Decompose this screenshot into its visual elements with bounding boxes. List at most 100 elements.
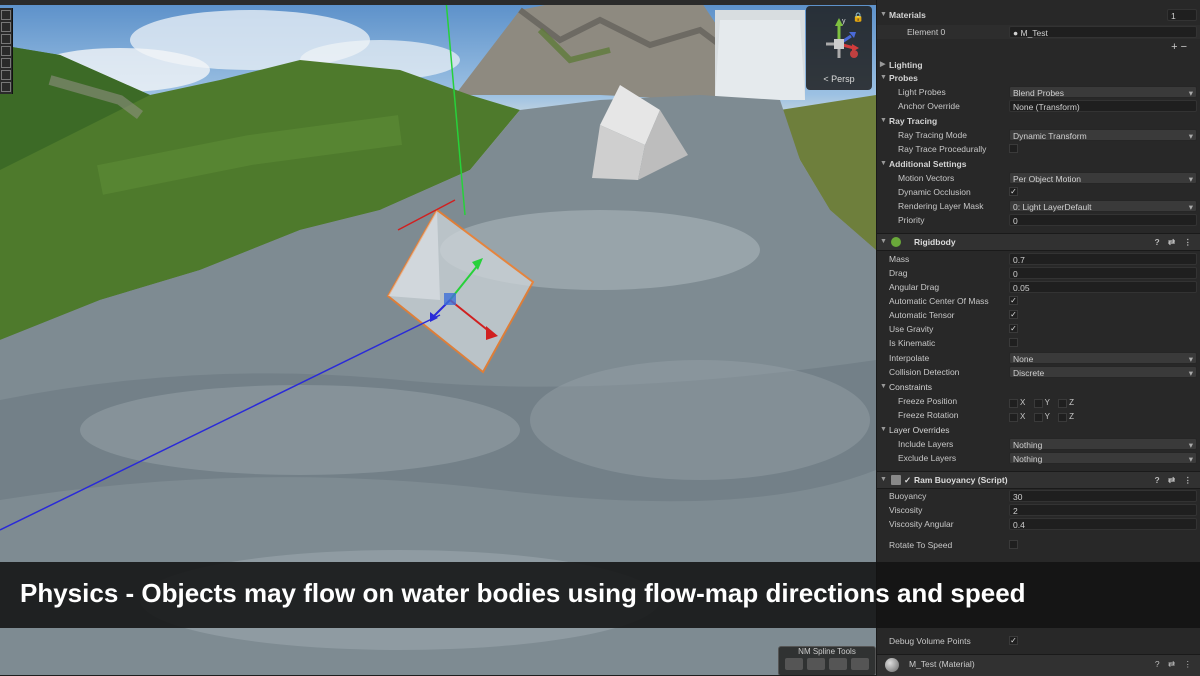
add-remove-icons[interactable]: + −: [1171, 40, 1187, 54]
constraints-label: Constraints: [889, 382, 932, 392]
anchor-override-row: Anchor Override None (Transform): [877, 99, 1200, 113]
auto-tensor-label: Automatic Tensor: [889, 310, 955, 320]
debug-volume-label: Debug Volume Points: [889, 636, 971, 646]
collision-detection-dropdown[interactable]: Discrete: [1009, 366, 1197, 379]
axis-z-label: Z: [1069, 398, 1075, 407]
use-gravity-label: Use Gravity: [889, 324, 934, 334]
material-element-value: M_Test: [1020, 28, 1048, 38]
freeze-position-label: Freeze Position: [898, 396, 958, 406]
spline-tool-icon[interactable]: [785, 658, 803, 670]
freeze-rot-z-checkbox[interactable]: [1058, 412, 1068, 422]
light-probes-label: Light Probes: [898, 87, 946, 97]
rigidbody-icon: [891, 237, 901, 247]
constraints-header[interactable]: ▼ Constraints: [877, 380, 1200, 394]
component-menu-icons[interactable]: ? ⇄ ⋮: [1154, 472, 1195, 488]
freeze-rot-x-checkbox[interactable]: [1009, 412, 1018, 422]
rect-tool-icon[interactable]: [1, 58, 11, 68]
freeze-rot-y-checkbox[interactable]: [1033, 412, 1043, 422]
scale-tool-icon[interactable]: [1, 46, 11, 56]
drag-label: Drag: [889, 268, 908, 278]
material-element-row[interactable]: Element 0 ● M_Test: [877, 25, 1200, 39]
ray-tracing-mode-dropdown[interactable]: Dynamic Transform: [1009, 129, 1197, 142]
orientation-gizmo[interactable]: 🔒 y < Persp: [806, 6, 872, 90]
materials-count-field[interactable]: 1: [1167, 9, 1197, 21]
lighting-header[interactable]: ▶ Lighting: [877, 58, 1200, 72]
anchor-override-field[interactable]: None (Transform): [1009, 100, 1197, 112]
component-menu-icons[interactable]: ? ⇄ ⋮: [1155, 659, 1195, 670]
auto-com-label: Automatic Center Of Mass: [889, 296, 989, 306]
viscosity-angular-label: Viscosity Angular: [889, 519, 954, 529]
layer-mask-label: Rendering Layer Mask: [898, 201, 984, 211]
debug-volume-row: Debug Volume Points ✓: [877, 634, 1200, 648]
scene-toolbar[interactable]: [0, 8, 13, 94]
interpolate-dropdown[interactable]: None: [1009, 352, 1197, 365]
motion-vectors-dropdown[interactable]: Per Object Motion: [1009, 172, 1197, 185]
material-list-controls: + −: [877, 40, 1200, 54]
is-kinematic-checkbox[interactable]: [1009, 338, 1018, 347]
buoyancy-component-header[interactable]: ▼ ✓ Ram Buoyancy (Script) ? ⇄ ⋮: [877, 471, 1200, 489]
probes-header[interactable]: ▼ Probes: [877, 71, 1200, 85]
material-preview-bar[interactable]: M_Test (Material) ? ⇄ ⋮: [877, 654, 1200, 676]
freeze-rotation-axes[interactable]: X Y Z: [1009, 410, 1080, 424]
anchor-override-label: Anchor Override: [898, 101, 960, 111]
view-mode-label[interactable]: < Persp: [806, 74, 872, 84]
material-element-field[interactable]: ● M_Test: [1009, 26, 1197, 38]
custom-tool-icon[interactable]: [1, 82, 11, 92]
spline-tool-icon[interactable]: [807, 658, 825, 670]
spline-tools-overlay[interactable]: NM Spline Tools: [778, 646, 876, 675]
freeze-position-row: Freeze Position X Y Z: [877, 394, 1200, 408]
axis-gizmo-icon[interactable]: y: [806, 10, 872, 70]
ray-tracing-header[interactable]: ▼ Ray Tracing: [877, 114, 1200, 128]
rigidbody-component-header[interactable]: ▼ Rigidbody ? ⇄ ⋮: [877, 233, 1200, 251]
additional-settings-header[interactable]: ▼ Additional Settings: [877, 157, 1200, 171]
debug-volume-checkbox[interactable]: ✓: [1009, 636, 1018, 645]
freeze-rotation-label: Freeze Rotation: [898, 410, 959, 420]
viscosity-field[interactable]: 2: [1009, 504, 1197, 516]
caption-banner: Physics - Objects may flow on water bodi…: [0, 562, 1200, 628]
material-bar-label: M_Test (Material): [909, 659, 975, 669]
mass-field[interactable]: 0.7: [1009, 253, 1197, 265]
rotate-to-speed-checkbox[interactable]: [1009, 540, 1018, 549]
layer-overrides-header[interactable]: ▼ Layer Overrides: [877, 423, 1200, 437]
light-probes-dropdown[interactable]: Blend Probes: [1009, 86, 1197, 99]
ray-trace-procedural-checkbox[interactable]: [1009, 144, 1018, 153]
light-probes-row: Light Probes Blend Probes: [877, 85, 1200, 99]
view-tool-icon[interactable]: [1, 10, 11, 20]
buoyancy-field[interactable]: 30: [1009, 490, 1197, 502]
dynamic-occlusion-label: Dynamic Occlusion: [898, 187, 971, 197]
viscosity-row: Viscosity 2: [877, 503, 1200, 517]
auto-tensor-checkbox[interactable]: ✓: [1009, 310, 1018, 319]
viscosity-label: Viscosity: [889, 505, 923, 515]
viscosity-angular-row: Viscosity Angular 0.4: [877, 517, 1200, 531]
freeze-pos-z-checkbox[interactable]: [1058, 398, 1068, 408]
freeze-pos-x-checkbox[interactable]: [1009, 398, 1018, 408]
viscosity-angular-field[interactable]: 0.4: [1009, 518, 1197, 530]
dynamic-occlusion-checkbox[interactable]: ✓: [1009, 187, 1018, 196]
layer-mask-row: Rendering Layer Mask 0: Light LayerDefau…: [877, 199, 1200, 213]
materials-label: Materials: [889, 10, 926, 20]
spline-tool-icon[interactable]: [851, 658, 869, 670]
layer-mask-dropdown[interactable]: 0: Light LayerDefault: [1009, 200, 1197, 213]
component-menu-icons[interactable]: ? ⇄ ⋮: [1154, 234, 1195, 250]
exclude-layers-dropdown[interactable]: Nothing: [1009, 452, 1197, 465]
script-icon: [891, 475, 901, 485]
include-layers-label: Include Layers: [898, 439, 954, 449]
auto-com-checkbox[interactable]: ✓: [1009, 296, 1018, 305]
angular-drag-field[interactable]: 0.05: [1009, 281, 1197, 293]
freeze-pos-y-checkbox[interactable]: [1033, 398, 1043, 408]
drag-row: Drag 0: [877, 266, 1200, 280]
ray-tracing-mode-label: Ray Tracing Mode: [898, 130, 967, 140]
include-layers-dropdown[interactable]: Nothing: [1009, 438, 1197, 451]
component-enabled-checkbox[interactable]: ✓: [904, 472, 911, 488]
ray-trace-procedural-row: Ray Trace Procedurally: [877, 142, 1200, 156]
motion-vectors-row: Motion Vectors Per Object Motion: [877, 171, 1200, 185]
materials-header[interactable]: ▼ Materials 1: [877, 8, 1200, 22]
rotate-tool-icon[interactable]: [1, 34, 11, 44]
use-gravity-checkbox[interactable]: ✓: [1009, 324, 1018, 333]
drag-field[interactable]: 0: [1009, 267, 1197, 279]
spline-tool-icon[interactable]: [829, 658, 847, 670]
transform-tool-icon[interactable]: [1, 70, 11, 80]
dynamic-occlusion-row: Dynamic Occlusion ✓: [877, 185, 1200, 199]
priority-field[interactable]: 0: [1009, 214, 1197, 226]
move-tool-icon[interactable]: [1, 22, 11, 32]
